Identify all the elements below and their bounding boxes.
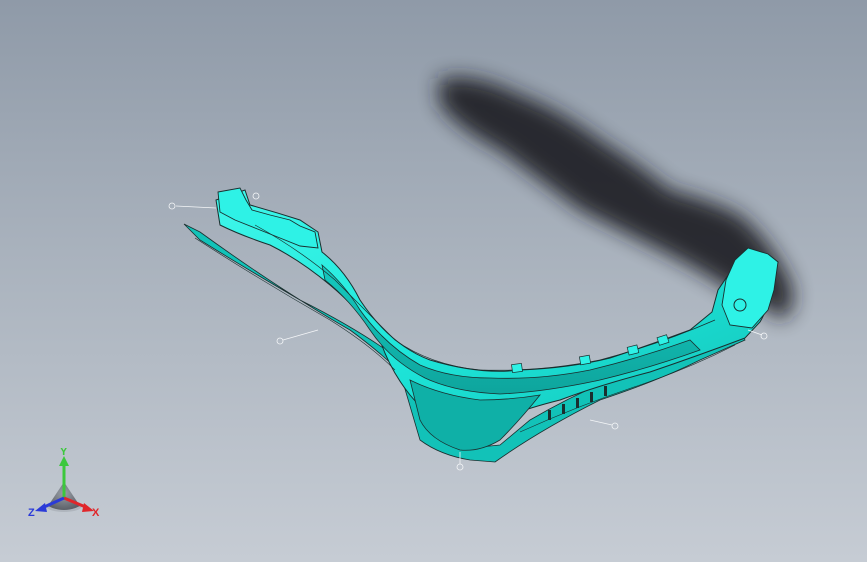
z-axis-arrow-icon: [35, 503, 47, 512]
orientation-triad[interactable]: Y X Z: [24, 446, 104, 528]
z-axis-label: Z: [28, 507, 35, 519]
y-axis-label: Y: [60, 448, 68, 458]
3d-viewport[interactable]: Y X Z: [0, 0, 867, 562]
x-axis-label: X: [92, 507, 100, 519]
model-canvas[interactable]: [0, 0, 867, 562]
